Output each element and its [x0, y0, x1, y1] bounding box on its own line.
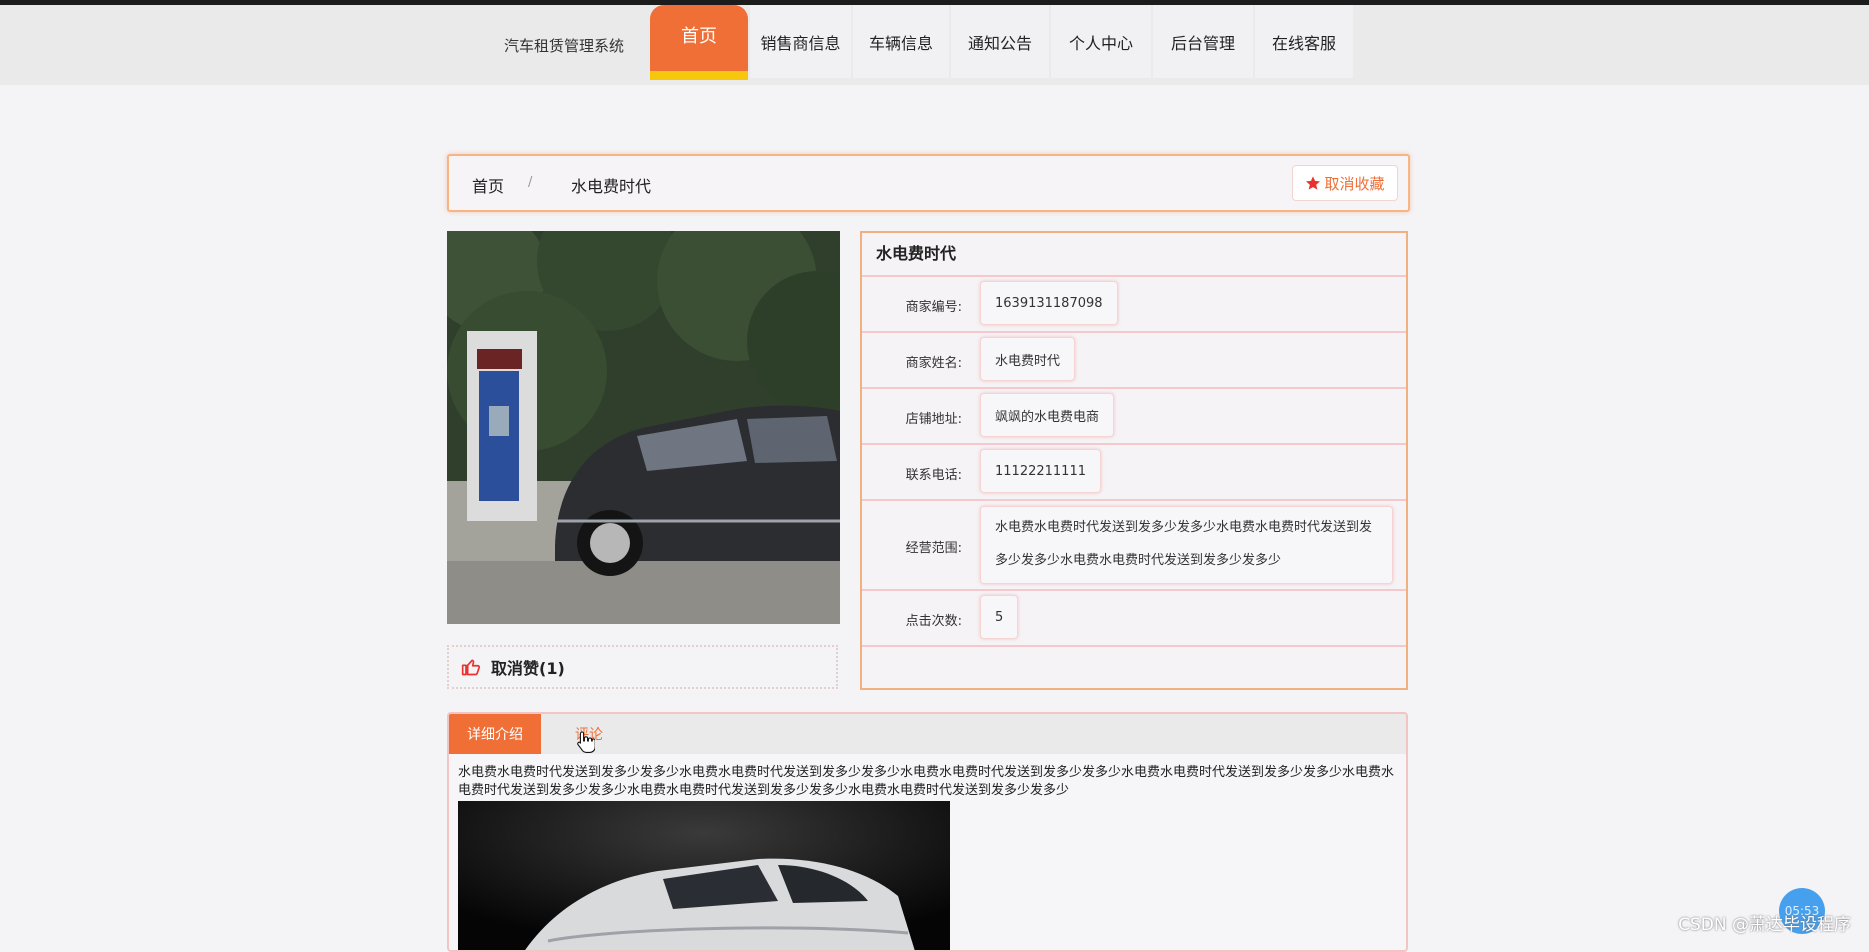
- info-row-phone: 联系电话: 11122211111: [862, 445, 1406, 501]
- info-value: 1639131187098: [980, 281, 1118, 325]
- breadcrumb-separator: /: [528, 175, 533, 190]
- info-row-business-scope: 经营范围: 水电费水电费时代发送到发多少发多少水电费水电费时代发送到发多少发多少…: [862, 501, 1406, 591]
- site-title: 汽车租赁管理系统: [504, 37, 625, 55]
- info-row-click-count: 点击次数: 5: [862, 591, 1406, 647]
- info-label: 联系电话:: [905, 468, 962, 483]
- info-label: 商家编号:: [905, 300, 962, 315]
- nav-vehicles[interactable]: 车辆信息: [853, 5, 949, 78]
- info-title: 水电费时代: [862, 233, 1406, 277]
- info-label: 经营范围:: [905, 541, 962, 556]
- info-value: 5: [980, 595, 1019, 639]
- detail-tabs: 详细介绍 评论: [449, 714, 1406, 754]
- star-icon: [1306, 176, 1321, 190]
- unfavorite-button[interactable]: 取消收藏: [1292, 165, 1398, 201]
- info-label: 点击次数:: [905, 614, 962, 629]
- seller-info-panel: 水电费时代 商家编号: 1639131187098 商家姓名: 水电费时代 店铺…: [860, 231, 1408, 690]
- breadcrumb-home[interactable]: 首页: [472, 173, 504, 197]
- seller-photo: [447, 231, 840, 624]
- detail-description: 水电费水电费时代发送到发多少发多少水电费水电费时代发送到发多少发多少水电费水电费…: [458, 765, 1395, 798]
- like-label: 取消赞(1): [491, 659, 565, 678]
- nav-support[interactable]: 在线客服: [1255, 5, 1353, 78]
- tab-detail[interactable]: 详细介绍: [449, 714, 541, 754]
- csdn-watermark: CSDN @萧达毕设程序: [1678, 915, 1851, 935]
- nav-sellers[interactable]: 销售商信息: [750, 5, 851, 78]
- info-row-shop-address: 店铺地址: 飒飒的水电费电商: [862, 389, 1406, 445]
- thumbs-up-icon: [461, 659, 481, 676]
- info-label: 商家姓名:: [905, 356, 962, 371]
- nav-admin[interactable]: 后台管理: [1153, 5, 1253, 78]
- detail-car-photo: [458, 801, 950, 950]
- info-row-seller-id: 商家编号: 1639131187098: [862, 277, 1406, 333]
- nav-home[interactable]: 首页: [650, 5, 748, 80]
- detail-panel: 详细介绍 评论 水电费水电费时代发送到发多少发多少水电费水电费时代发送到发多少发…: [447, 712, 1408, 952]
- nav-profile[interactable]: 个人中心: [1051, 5, 1151, 78]
- breadcrumb: 首页 / 水电费时代 取消收藏: [447, 154, 1410, 212]
- info-value: 飒飒的水电费电商: [980, 393, 1115, 437]
- like-toggle[interactable]: 取消赞(1): [447, 645, 838, 689]
- info-label: 店铺地址:: [905, 412, 962, 427]
- info-value: 水电费时代: [980, 337, 1076, 381]
- hand-cursor-icon: [577, 731, 595, 753]
- nav-notices[interactable]: 通知公告: [951, 5, 1049, 78]
- info-value: 水电费水电费时代发送到发多少发多少水电费水电费时代发送到发多少发多少水电费水电费…: [980, 506, 1393, 584]
- info-row-seller-name: 商家姓名: 水电费时代: [862, 333, 1406, 389]
- breadcrumb-current: 水电费时代: [571, 177, 652, 196]
- main-nav: 首页 销售商信息 车辆信息 通知公告 个人中心 后台管理 在线客服: [650, 5, 1355, 80]
- unfavorite-label: 取消收藏: [1324, 174, 1385, 193]
- info-value: 11122211111: [980, 449, 1101, 493]
